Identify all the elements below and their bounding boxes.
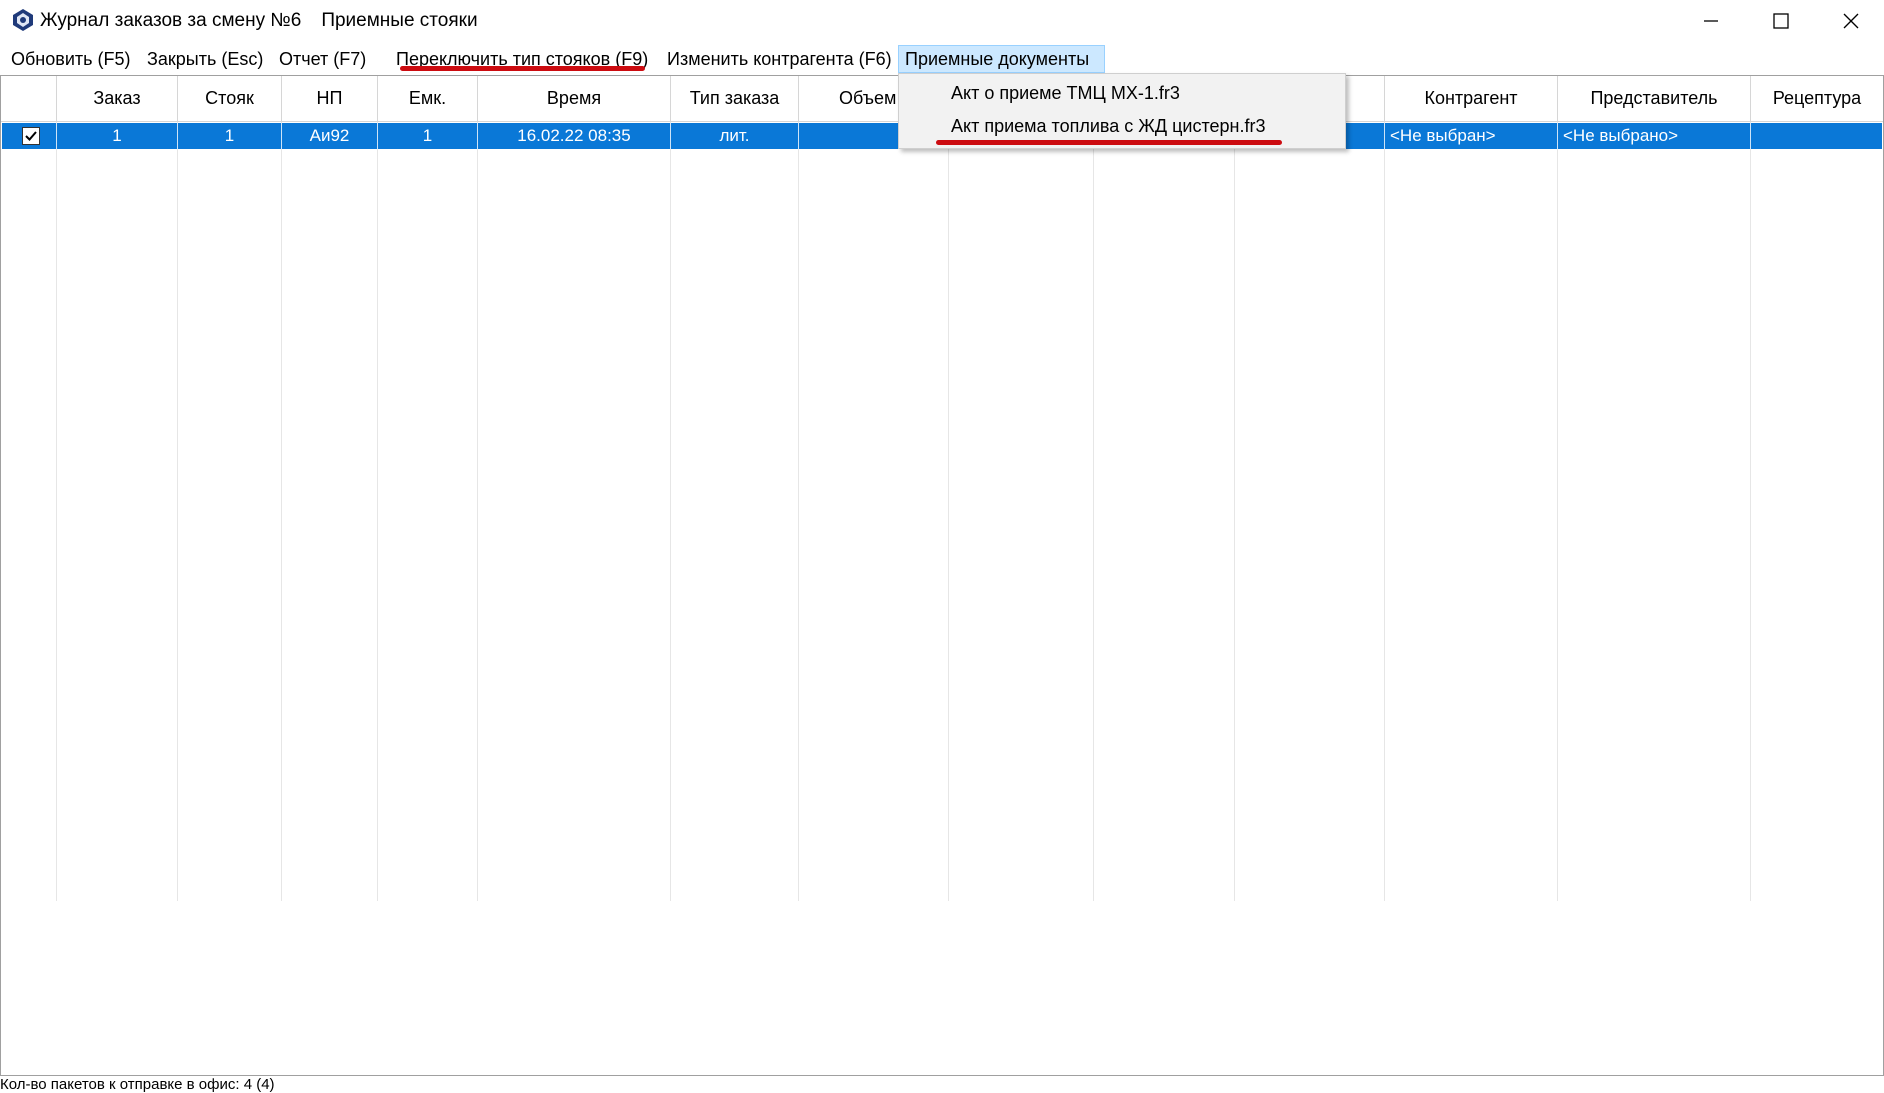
column-divider	[1234, 76, 1235, 901]
header-product[interactable]: НП	[282, 76, 377, 121]
column-divider	[56, 76, 57, 901]
maximize-icon	[1773, 13, 1789, 29]
column-divider	[1384, 76, 1385, 901]
close-icon	[1843, 13, 1859, 29]
window-title: Журнал заказов за смену №6 Приемные стояк…	[40, 10, 478, 32]
dropdown-item-rail-tank[interactable]: Акт приема топлива с ЖД цистерн.fr3	[951, 116, 1265, 137]
column-divider	[1093, 76, 1094, 901]
column-divider	[1557, 76, 1558, 901]
cell-order: 1	[112, 126, 122, 145]
window-subtitle: Приемные стояки	[321, 10, 478, 31]
cell-order-type: лит.	[719, 126, 750, 145]
cell-contractor: <Не выбран>	[1390, 126, 1496, 145]
column-divider	[177, 76, 178, 901]
menu-refresh[interactable]: Обновить (F5)	[5, 45, 137, 73]
cell-divider	[1384, 123, 1385, 149]
header-recipe[interactable]: Рецептура	[1751, 76, 1883, 121]
cell-representative: <Не выбрано>	[1563, 126, 1679, 145]
menu-receipt-documents[interactable]: Приемные документы	[898, 45, 1105, 73]
column-divider	[798, 76, 799, 901]
annotation-underline	[936, 140, 1282, 145]
menu-change-contractor[interactable]: Изменить контрагента (F6)	[661, 45, 898, 73]
menu-close[interactable]: Закрыть (Esc)	[141, 45, 269, 73]
annotation-underline	[400, 66, 645, 71]
menu-report[interactable]: Отчет (F7)	[273, 45, 372, 73]
minimize-button[interactable]	[1676, 0, 1746, 42]
column-divider	[281, 76, 282, 901]
header-representative[interactable]: Представитель	[1558, 76, 1750, 121]
dropdown-item-mx1[interactable]: Акт о приеме ТМЦ МХ-1.fr3	[951, 83, 1180, 104]
column-divider	[477, 76, 478, 901]
status-text: Кол-во пакетов к отправке в офис: 4 (4)	[0, 1076, 275, 1093]
title-bar: Журнал заказов за смену №6 Приемные стояк…	[0, 0, 1884, 42]
cell-time: 16.02.22 08:35	[517, 126, 631, 145]
orders-grid[interactable]: Заказ Стояк НП Емк. Время Тип заказа Объ…	[0, 75, 1884, 1076]
cell-divider	[1750, 123, 1751, 149]
header-order[interactable]: Заказ	[57, 76, 177, 121]
cell-product: Аи92	[309, 126, 350, 145]
minimize-icon	[1704, 20, 1718, 22]
column-divider	[1750, 76, 1751, 901]
column-divider	[948, 76, 949, 901]
close-button[interactable]	[1816, 0, 1884, 42]
column-divider	[377, 76, 378, 901]
row-checkbox[interactable]	[22, 127, 40, 145]
cell-riser: 1	[224, 126, 235, 145]
window-title-text: Журнал заказов за смену №6	[40, 10, 302, 31]
cell-divider	[1557, 123, 1558, 149]
column-divider	[670, 76, 671, 901]
status-bar: Кол-во пакетов к отправке в офис: 4 (4)	[0, 1076, 1884, 1093]
checkmark-icon	[25, 131, 37, 141]
cell-recipe	[1756, 123, 1882, 149]
header-riser[interactable]: Стояк	[178, 76, 281, 121]
header-tank[interactable]: Емк.	[378, 76, 477, 121]
header-contractor[interactable]: Контрагент	[1385, 76, 1557, 121]
cell-tank: 1	[422, 126, 433, 145]
maximize-button[interactable]	[1746, 0, 1816, 42]
menu-bar: Обновить (F5) Закрыть (Esc) Отчет (F7) П…	[0, 45, 1884, 73]
app-icon	[13, 9, 33, 31]
header-order-type[interactable]: Тип заказа	[671, 76, 798, 121]
header-time[interactable]: Время	[478, 76, 670, 121]
receipt-documents-dropdown: Акт о приеме ТМЦ МХ-1.fr3 Акт приема топ…	[898, 73, 1346, 149]
